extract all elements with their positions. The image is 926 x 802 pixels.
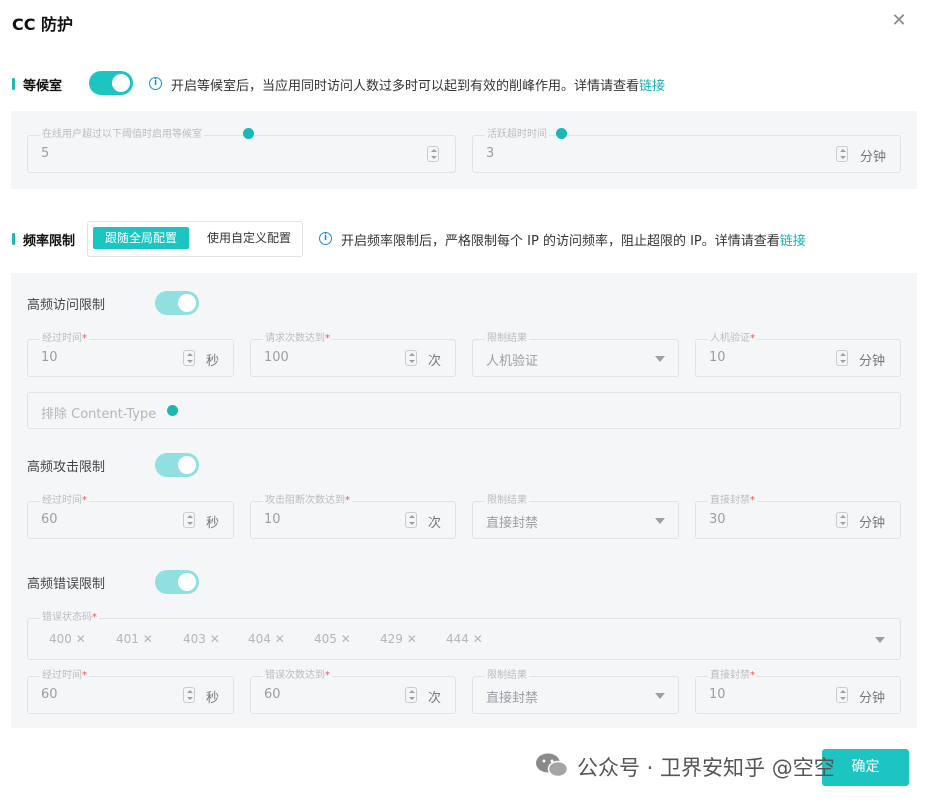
rate-limit-tip: 开启频率限制后，严格限制每个 IP 的访问频率，阻止超限的 IP。详情请查看链接 — [341, 234, 806, 249]
wechat-icon — [535, 752, 569, 778]
rate-limit-label: 频率限制 — [23, 234, 76, 249]
error-count-input[interactable]: 错误次数达到* 60 次 — [250, 670, 456, 714]
spinner-icon[interactable] — [836, 687, 848, 703]
status-code-tag[interactable]: 401 ✕ — [116, 632, 153, 646]
waiting-room-toggle[interactable] — [89, 71, 133, 95]
info-icon: i — [149, 77, 162, 90]
confirm-button[interactable]: 确定 — [822, 749, 909, 786]
access-elapsed-input[interactable]: 经过时间* 10 秒 — [27, 333, 234, 377]
chevron-down-icon — [655, 356, 665, 362]
status-code-tag[interactable]: 444 ✕ — [446, 632, 483, 646]
access-result-select[interactable]: 限制结果 人机验证 — [472, 333, 679, 377]
spinner-icon[interactable] — [836, 146, 848, 162]
chevron-down-icon — [655, 693, 665, 699]
active-timeout-input[interactable]: 活跃超时时间 3 分钟 — [472, 128, 901, 173]
watermark-text: 公众号 · 卫界安知乎 @空空 — [577, 756, 835, 780]
spinner-icon[interactable] — [405, 687, 417, 703]
threshold-input[interactable]: 在线用户超过以下阈值时启用等候室 5 — [27, 128, 456, 173]
status-code-tag[interactable]: 400 ✕ — [49, 632, 86, 646]
sync-icon — [167, 405, 178, 416]
attack-result-select[interactable]: 限制结果 直接封禁 — [472, 495, 679, 539]
exclude-content-type-input[interactable]: 排除 Content-Type — [27, 392, 901, 429]
high-freq-access-toggle[interactable] — [155, 291, 199, 315]
spinner-icon[interactable] — [183, 512, 195, 528]
high-freq-error-toggle[interactable] — [155, 570, 199, 594]
spinner-icon[interactable] — [836, 350, 848, 366]
spinner-icon[interactable] — [427, 146, 439, 162]
spinner-icon[interactable] — [183, 350, 195, 366]
request-count-input[interactable]: 请求次数达到* 100 次 — [250, 333, 456, 377]
segment-custom[interactable]: 使用自定义配置 — [196, 227, 302, 249]
error-result-select[interactable]: 限制结果 直接封禁 — [472, 670, 679, 714]
close-icon[interactable]: ✕ — [888, 10, 910, 32]
error-elapsed-input[interactable]: 经过时间* 60 秒 — [27, 670, 234, 714]
status-code-tag[interactable]: 403 ✕ — [183, 632, 220, 646]
spinner-icon[interactable] — [836, 512, 848, 528]
segment-global[interactable]: 跟随全局配置 — [93, 227, 189, 249]
waiting-room-label: 等候室 — [23, 79, 63, 94]
attack-ban-duration-input[interactable]: 直接封禁* 30 分钟 — [695, 495, 901, 539]
rate-limit-link[interactable]: 链接 — [780, 234, 806, 249]
high-freq-attack-toggle[interactable] — [155, 453, 199, 477]
high-freq-access-title: 高频访问限制 — [27, 298, 106, 313]
waiting-room-link[interactable]: 链接 — [639, 79, 665, 94]
sync-icon — [243, 128, 254, 139]
waiting-room-tip: 开启等候室后，当应用同时访问人数过多时可以起到有效的削峰作用。详情请查看链接 — [171, 79, 666, 94]
spinner-icon[interactable] — [405, 512, 417, 528]
high-freq-error-title: 高频错误限制 — [27, 577, 106, 592]
section-marker — [12, 233, 15, 245]
status-code-tag[interactable]: 429 ✕ — [380, 632, 417, 646]
captcha-duration-input[interactable]: 人机验证* 10 分钟 — [695, 333, 901, 377]
spinner-icon[interactable] — [405, 350, 417, 366]
section-marker — [12, 78, 15, 90]
error-ban-duration-input[interactable]: 直接封禁* 10 分钟 — [695, 670, 901, 714]
sync-icon — [556, 128, 567, 139]
attack-block-count-input[interactable]: 攻击阻断次数达到* 10 次 — [250, 495, 456, 539]
status-code-tag[interactable]: 404 ✕ — [248, 632, 285, 646]
info-icon: i — [319, 232, 332, 245]
high-freq-attack-title: 高频攻击限制 — [27, 460, 106, 475]
chevron-down-icon — [875, 637, 885, 643]
status-codes-select[interactable]: 错误状态码* 400 ✕ 401 ✕ 403 ✕ 404 ✕ 405 ✕ 429… — [27, 612, 901, 660]
chevron-down-icon — [655, 518, 665, 524]
dialog-title: CC 防护 — [12, 15, 74, 34]
config-mode-segment: 跟随全局配置 使用自定义配置 — [87, 221, 303, 257]
attack-elapsed-input[interactable]: 经过时间* 60 秒 — [27, 495, 234, 539]
spinner-icon[interactable] — [183, 687, 195, 703]
status-code-tag[interactable]: 405 ✕ — [314, 632, 351, 646]
